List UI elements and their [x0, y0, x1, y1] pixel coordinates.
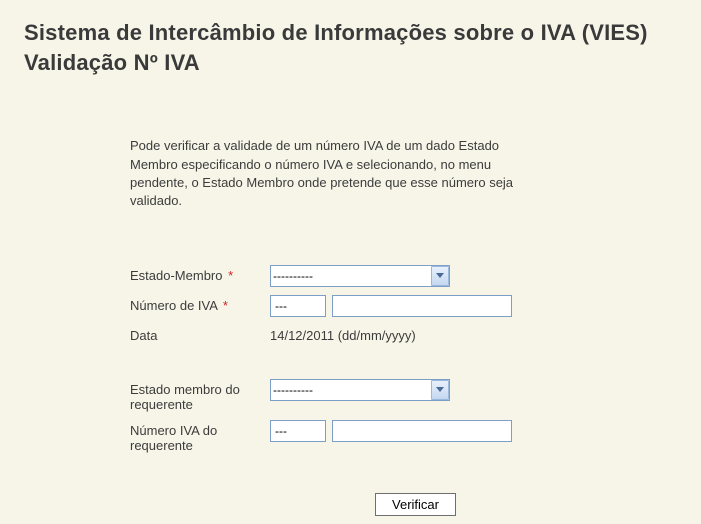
label-date: Data: [130, 325, 270, 343]
section-divider: [130, 351, 701, 379]
row-member-state: Estado-Membro * ----------: [130, 265, 701, 287]
label-vat-number: Número de IVA *: [130, 295, 270, 313]
page-title: Sistema de Intercâmbio de Informações so…: [0, 0, 701, 77]
label-member-state: Estado-Membro *: [130, 265, 270, 283]
row-vat-number: Número de IVA *: [130, 295, 701, 317]
requester-country-code-input[interactable]: [270, 420, 326, 442]
label-requester-state: Estado membro do requerente: [130, 379, 270, 412]
requester-vat-number-input[interactable]: [332, 420, 512, 442]
verify-button[interactable]: Verificar: [375, 493, 456, 516]
date-value: 14/12/2011 (dd/mm/yyyy): [270, 325, 416, 343]
required-marker: *: [223, 298, 228, 313]
label-member-state-text: Estado-Membro: [130, 268, 222, 283]
requester-state-select[interactable]: ----------: [270, 379, 450, 401]
row-requester-state: Estado membro do requerente ----------: [130, 379, 701, 412]
member-state-select[interactable]: ----------: [270, 265, 450, 287]
required-marker: *: [228, 268, 233, 283]
vat-country-code-input[interactable]: [270, 295, 326, 317]
vat-number-input[interactable]: [332, 295, 512, 317]
row-requester-vat: Número IVA do requerente: [130, 420, 701, 453]
submit-row: Verificar: [130, 493, 701, 516]
vies-form: Estado-Membro * ---------- Número de IVA…: [130, 265, 701, 516]
row-date: Data 14/12/2011 (dd/mm/yyyy): [130, 325, 701, 343]
intro-text: Pode verificar a validade de um número I…: [130, 137, 550, 210]
label-vat-number-text: Número de IVA: [130, 298, 217, 313]
label-requester-vat: Número IVA do requerente: [130, 420, 270, 453]
